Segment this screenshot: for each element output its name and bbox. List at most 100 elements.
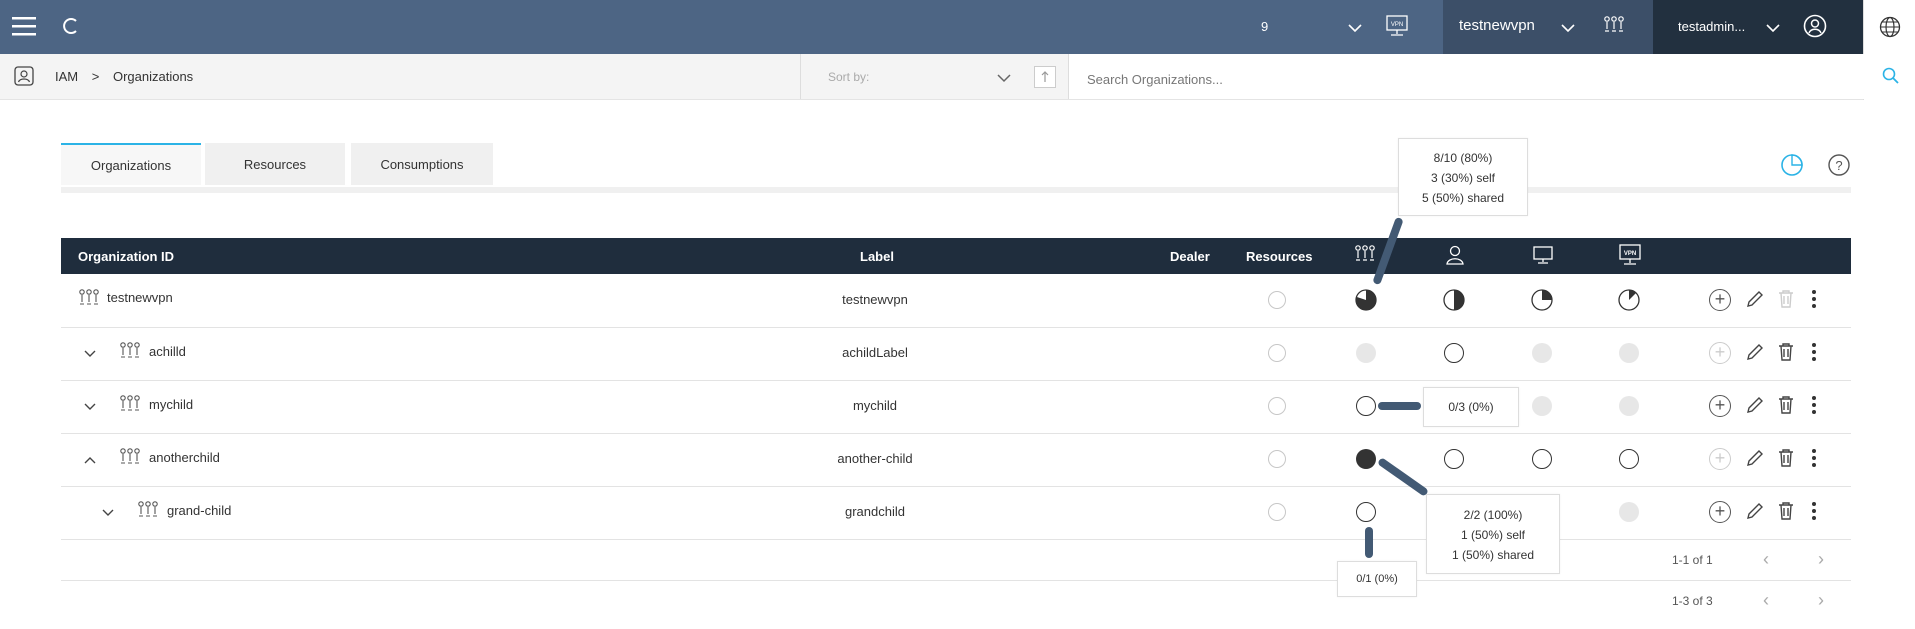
chevron-down-icon[interactable] [83, 400, 97, 415]
users-usage-pie[interactable] [1443, 289, 1465, 314]
search-icon[interactable] [1882, 67, 1900, 90]
vpn-usage-pie [1619, 343, 1639, 363]
edit-icon[interactable] [1745, 289, 1765, 312]
delete-icon[interactable] [1777, 395, 1795, 418]
edit-icon[interactable] [1745, 448, 1765, 471]
delete-icon[interactable] [1777, 342, 1795, 365]
organizations-usage-pie[interactable] [1356, 502, 1376, 522]
resources-gauge-icon[interactable] [1268, 291, 1286, 309]
inner-next-page-icon[interactable]: › [1818, 549, 1824, 570]
svg-text:VPN: VPN [1624, 251, 1636, 257]
help-icon[interactable]: ? [1827, 153, 1851, 182]
resources-gauge-icon[interactable] [1268, 503, 1286, 521]
table-row[interactable]: testnewvpn testnewvpn + [61, 274, 1851, 328]
organization-tree-icon [119, 447, 141, 472]
add-button[interactable]: + [1709, 289, 1731, 311]
more-options-icon[interactable] [1811, 501, 1817, 524]
add-button[interactable]: + [1709, 501, 1731, 523]
organization-name[interactable]: testnewvpn [107, 290, 173, 305]
devices-usage-pie[interactable] [1532, 449, 1552, 469]
vpn-icon[interactable]: VPN [1386, 15, 1408, 42]
tab-consumptions[interactable]: Consumptions [351, 143, 493, 185]
user-name[interactable]: testadmin... [1678, 19, 1745, 34]
table-row[interactable]: mychild mychild + [61, 380, 1851, 434]
edit-icon[interactable] [1745, 501, 1765, 524]
svg-text:?: ? [1835, 158, 1842, 173]
breadcrumb-separator: > [91, 69, 100, 84]
tab-organizations-label: Organizations [90, 157, 172, 173]
add-button: + [1709, 342, 1731, 364]
header-label[interactable]: Label [860, 249, 894, 264]
chevron-down-icon[interactable] [101, 506, 115, 521]
more-options-icon[interactable] [1811, 289, 1817, 312]
hamburger-menu-icon[interactable] [12, 14, 36, 38]
more-options-icon[interactable] [1811, 395, 1817, 418]
user-chevron-down-icon[interactable] [1766, 20, 1780, 38]
organization-name[interactable]: mychild [149, 397, 193, 412]
resources-gauge-icon[interactable] [1268, 450, 1286, 468]
chevron-down-icon[interactable] [83, 347, 97, 362]
header-dealer[interactable]: Dealer [1170, 249, 1210, 264]
organization-tree-icon[interactable] [1603, 15, 1625, 42]
devices-usage-pie [1532, 343, 1552, 363]
organizations-usage-pie[interactable] [1356, 449, 1376, 469]
users-usage-pie[interactable] [1444, 449, 1464, 469]
tooltip-self: 1 (50%) self [1460, 528, 1526, 542]
organizations-usage-pie[interactable] [1356, 396, 1376, 416]
resources-gauge-icon[interactable] [1268, 397, 1286, 415]
tooltip-total: 0/3 (0%) [1448, 400, 1494, 414]
more-options-icon[interactable] [1811, 342, 1817, 365]
chevron-down-icon[interactable] [1348, 20, 1362, 38]
tab-underline [61, 187, 1851, 193]
organizations-usage-tooltip: 8/10 (80%) 3 (30%) self 5 (50%) shared [1398, 138, 1528, 216]
organization-name[interactable]: achilld [149, 344, 186, 359]
table-row[interactable]: anotherchild another-child + [61, 433, 1851, 487]
tooltip-shared: 1 (50%) shared [1451, 548, 1535, 562]
table-row[interactable]: achilld achildLabel + [61, 327, 1851, 381]
org-chevron-down-icon[interactable] [1561, 20, 1575, 38]
org-name[interactable]: testnewvpn [1459, 17, 1535, 34]
edit-icon[interactable] [1745, 342, 1765, 365]
user-account-icon[interactable] [1803, 14, 1827, 43]
outer-prev-page-icon[interactable]: ‹ [1763, 590, 1769, 611]
vpn-usage-pie[interactable] [1619, 449, 1639, 469]
app-logo-icon[interactable] [62, 17, 80, 35]
organizations-usage-tooltip: 0/1 (0%) [1337, 561, 1417, 597]
delete-icon[interactable] [1777, 448, 1795, 471]
add-button[interactable]: + [1709, 395, 1731, 417]
inner-prev-page-icon[interactable]: ‹ [1763, 549, 1769, 570]
more-options-icon[interactable] [1811, 448, 1817, 471]
globe-icon[interactable] [1879, 16, 1901, 43]
sort-direction-button[interactable] [1034, 66, 1056, 88]
outer-next-page-icon[interactable]: › [1818, 590, 1824, 611]
breadcrumb-iam[interactable]: IAM [55, 69, 78, 84]
vpn-usage-pie [1619, 396, 1639, 416]
users-usage-pie[interactable] [1444, 343, 1464, 363]
tooltip-shared: 5 (50%) shared [1421, 191, 1505, 205]
delete-icon [1777, 289, 1795, 312]
organization-label: testnewvpn [842, 292, 908, 307]
header-organization-id[interactable]: Organization ID [78, 249, 174, 264]
search-input[interactable] [1085, 71, 1689, 88]
organization-name[interactable]: grand-child [167, 503, 231, 518]
resources-gauge-icon[interactable] [1268, 344, 1286, 362]
edit-icon[interactable] [1745, 395, 1765, 418]
table-row[interactable]: grand-child grandchild + [61, 486, 1851, 540]
organizations-usage-tooltip: 0/3 (0%) [1423, 387, 1519, 427]
header-resources[interactable]: Resources [1246, 249, 1312, 264]
usage-chart-icon[interactable] [1780, 153, 1804, 182]
tab-resources[interactable]: Resources [205, 143, 345, 185]
organization-name[interactable]: anotherchild [149, 450, 220, 465]
chevron-up-icon[interactable] [83, 453, 97, 468]
organizations-usage-pie[interactable] [1355, 289, 1377, 314]
header-vpn-icon: VPN [1619, 244, 1641, 269]
devices-usage-pie [1532, 396, 1552, 416]
devices-usage-pie[interactable] [1531, 289, 1553, 314]
outer-pagination-range: 1-3 of 3 [1672, 594, 1713, 608]
delete-icon[interactable] [1777, 501, 1795, 524]
header-users-icon [1444, 244, 1466, 269]
tab-organizations[interactable]: Organizations [61, 143, 201, 185]
vpn-usage-pie[interactable] [1618, 289, 1640, 314]
sort-dropdown[interactable]: Sort by: [800, 54, 1021, 99]
tooltip-total: 2/2 (100%) [1463, 508, 1523, 522]
